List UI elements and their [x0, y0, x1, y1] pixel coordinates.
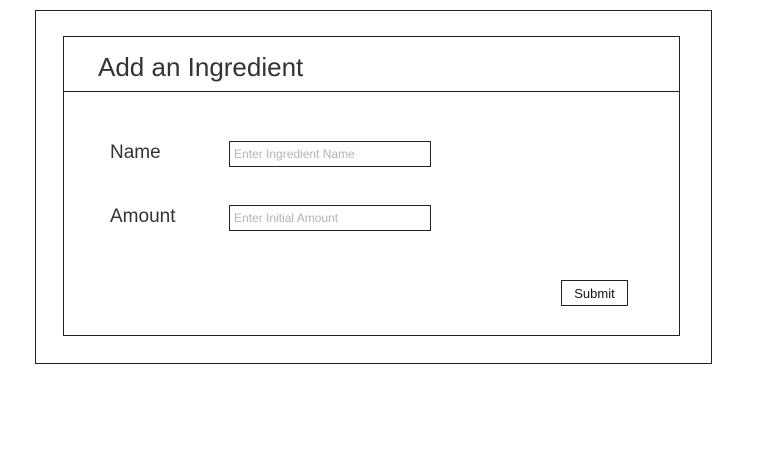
- dialog-header: Add an Ingredient: [64, 37, 679, 92]
- dialog-title: Add an Ingredient: [98, 52, 304, 82]
- amount-label: Amount: [110, 206, 176, 227]
- ingredient-name-input[interactable]: [229, 141, 431, 167]
- initial-amount-input[interactable]: [229, 205, 431, 231]
- name-label: Name: [110, 142, 161, 163]
- submit-button[interactable]: Submit: [561, 280, 628, 306]
- add-ingredient-dialog: Add an Ingredient Name Amount Submit: [63, 36, 680, 336]
